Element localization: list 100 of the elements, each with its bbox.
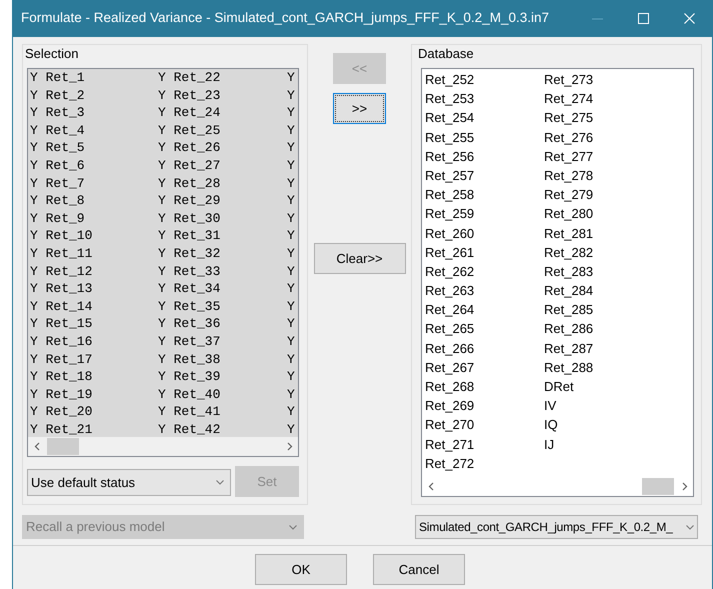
variable-item[interactable]: Y Ret_27	[156, 156, 285, 175]
database-item[interactable]: Ret_284	[544, 281, 663, 300]
database-item[interactable]: Ret_268	[425, 377, 544, 396]
database-item[interactable]: Ret_282	[544, 242, 663, 262]
database-item[interactable]: Ret_256	[425, 146, 544, 166]
database-item[interactable]: Ret_288	[544, 358, 663, 377]
scrollbar-thumb[interactable]	[642, 478, 674, 495]
database-item[interactable]: IQ	[544, 415, 663, 435]
database-dropdown[interactable]: Simulated_cont_GARCH_jumps_FFF_K_0.2_M_	[415, 515, 698, 539]
variable-item[interactable]: Y	[285, 69, 298, 87]
variable-item[interactable]: Y	[285, 315, 298, 333]
variable-item[interactable]: Y Ret_39	[156, 368, 285, 386]
variable-item[interactable]: Y Ret_26	[156, 139, 285, 157]
variable-item[interactable]: Y Ret_38	[156, 350, 285, 368]
database-item[interactable]: Ret_285	[544, 300, 663, 320]
variable-item[interactable]: Y Ret_8	[28, 192, 156, 210]
variable-item[interactable]: Y Ret_6	[28, 156, 156, 175]
variable-item[interactable]: Y	[285, 368, 298, 386]
status-dropdown[interactable]: Use default status	[27, 469, 231, 496]
variable-item[interactable]: Y	[285, 280, 298, 298]
variable-item[interactable]: Y Ret_2	[28, 86, 156, 104]
variable-item[interactable]: Y	[285, 156, 298, 175]
variable-item[interactable]: Y Ret_7	[28, 174, 156, 192]
database-item[interactable]: Ret_266	[425, 338, 544, 358]
database-item[interactable]: Ret_264	[425, 300, 544, 320]
variable-item[interactable]: Y Ret_20	[28, 403, 156, 421]
variable-item[interactable]: Y	[285, 122, 298, 140]
variable-item[interactable]: Y Ret_23	[156, 86, 285, 104]
database-item[interactable]: Ret_274	[544, 89, 663, 108]
database-item[interactable]: Ret_261	[425, 242, 544, 262]
variable-item[interactable]: Y Ret_10	[28, 227, 156, 245]
database-item[interactable]: Ret_270	[425, 415, 544, 435]
variable-item[interactable]: Y	[285, 403, 298, 421]
variable-item[interactable]: Y Ret_33	[156, 262, 285, 280]
variable-item[interactable]: Y Ret_4	[28, 122, 156, 140]
database-item[interactable]: Ret_283	[544, 262, 663, 282]
variable-item[interactable]: Y Ret_34	[156, 280, 285, 298]
database-item[interactable]: Ret_265	[425, 319, 544, 339]
database-item[interactable]: Ret_286	[544, 319, 663, 339]
variable-item[interactable]: Y Ret_36	[156, 315, 285, 333]
database-item[interactable]: Ret_267	[425, 358, 544, 377]
variable-item[interactable]: Y Ret_32	[156, 244, 285, 263]
variable-item[interactable]: Y Ret_24	[156, 104, 285, 122]
variable-item[interactable]: Y Ret_3	[28, 104, 156, 122]
variable-item[interactable]: Y Ret_29	[156, 192, 285, 210]
scrollbar-thumb[interactable]	[47, 438, 79, 455]
variable-item[interactable]: Y Ret_18	[28, 368, 156, 386]
database-item[interactable]: Ret_272	[425, 454, 544, 473]
database-item[interactable]: Ret_269	[425, 396, 544, 416]
variable-item[interactable]: Y Ret_15	[28, 315, 156, 333]
variable-item[interactable]: Y Ret_30	[156, 210, 285, 228]
database-item[interactable]: Ret_263	[425, 281, 544, 300]
variable-item[interactable]: Y	[285, 244, 298, 263]
variable-item[interactable]: Y Ret_25	[156, 122, 285, 140]
variable-item[interactable]: Y Ret_5	[28, 139, 156, 157]
database-item[interactable]: Ret_252	[425, 70, 544, 90]
database-item[interactable]: Ret_259	[425, 204, 544, 224]
database-item[interactable]: Ret_279	[544, 185, 663, 204]
variable-item[interactable]: Y	[285, 192, 298, 210]
database-item[interactable]: Ret_257	[425, 166, 544, 186]
variable-item[interactable]: Y Ret_11	[28, 244, 156, 263]
database-item[interactable]: Ret_271	[425, 434, 544, 454]
variable-item[interactable]: Y	[285, 174, 298, 192]
variable-item[interactable]: Y	[285, 420, 298, 437]
database-item[interactable]: Ret_258	[425, 185, 544, 204]
database-item[interactable]: Ret_276	[544, 128, 663, 147]
variable-item[interactable]: Y Ret_16	[28, 332, 156, 350]
database-item[interactable]: Ret_287	[544, 338, 663, 358]
variable-item[interactable]: Y Ret_37	[156, 332, 285, 350]
database-item[interactable]: Ret_255	[425, 128, 544, 147]
variable-item[interactable]: Y	[285, 298, 298, 316]
database-item[interactable]: DRet	[544, 377, 663, 396]
variable-item[interactable]: Y	[285, 104, 298, 122]
move-right-button[interactable]: >>	[333, 93, 386, 124]
database-item[interactable]: IJ	[544, 434, 663, 454]
variable-item[interactable]: Y Ret_41	[156, 403, 285, 421]
variable-item[interactable]: Y Ret_40	[156, 386, 285, 404]
clear-button[interactable]: Clear>>	[314, 243, 406, 274]
variable-item[interactable]: Y Ret_35	[156, 298, 285, 316]
database-item[interactable]: Ret_253	[425, 89, 544, 108]
variable-item[interactable]: Y	[285, 262, 298, 280]
variable-item[interactable]: Y Ret_42	[156, 420, 285, 437]
variable-item[interactable]: Y Ret_14	[28, 298, 156, 316]
database-item[interactable]: Ret_254	[425, 108, 544, 128]
selection-listbox[interactable]	[27, 68, 299, 457]
variable-item[interactable]: Y Ret_9	[28, 210, 156, 228]
variable-item[interactable]: Y Ret_19	[28, 386, 156, 404]
database-item[interactable]: Ret_277	[544, 146, 663, 166]
variable-item[interactable]: Y Ret_31	[156, 227, 285, 245]
variable-item[interactable]: Y Ret_1	[28, 69, 156, 87]
variable-item[interactable]: Y Ret_12	[28, 262, 156, 280]
database-item[interactable]: Ret_281	[544, 224, 663, 243]
variable-item[interactable]: Y	[285, 86, 298, 104]
database-item[interactable]: Ret_260	[425, 224, 544, 243]
variable-item[interactable]: Y Ret_13	[28, 280, 156, 298]
database-item[interactable]: Ret_280	[544, 204, 663, 224]
database-item[interactable]: Ret_262	[425, 262, 544, 282]
ok-button[interactable]: OK	[255, 554, 347, 585]
variable-item[interactable]: Y Ret_21	[28, 420, 156, 437]
database-item[interactable]: Ret_278	[544, 166, 663, 186]
